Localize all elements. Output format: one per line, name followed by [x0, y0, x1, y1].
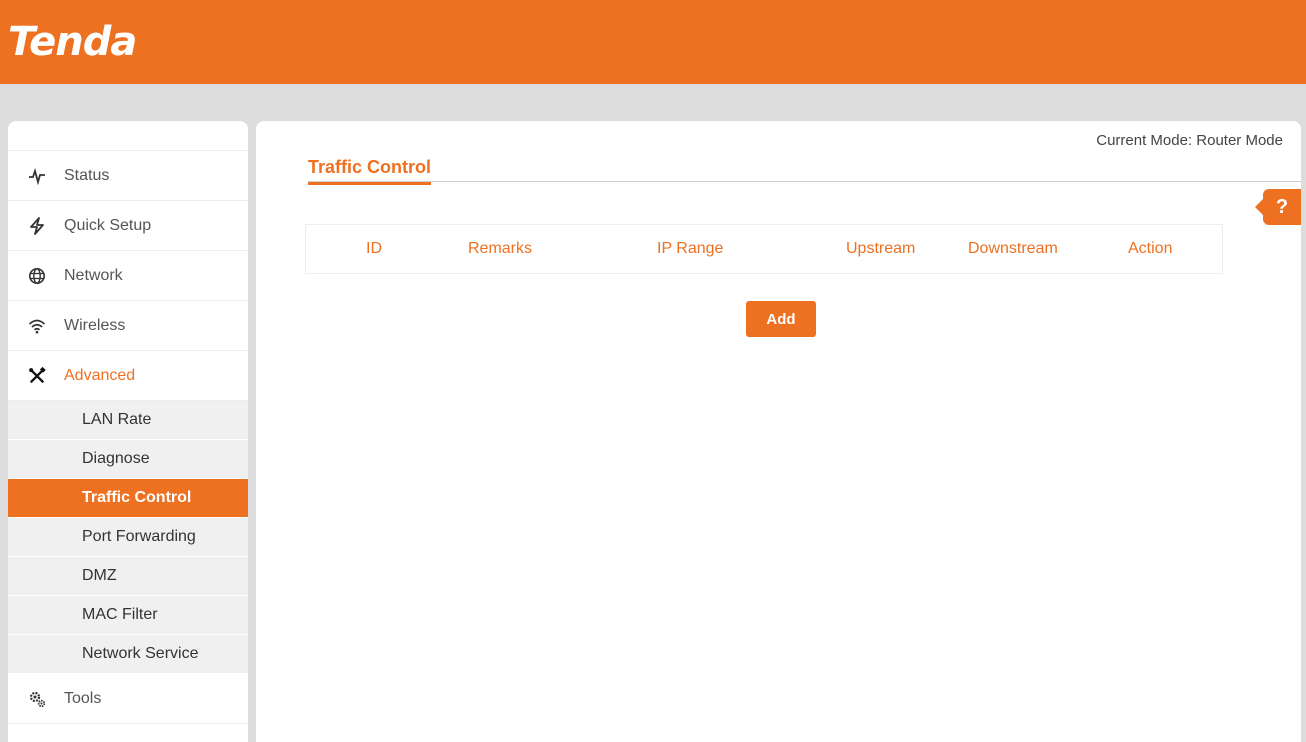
sidebar-item-wireless[interactable]: Wireless: [8, 301, 248, 351]
sidebar-subitem-diagnose[interactable]: Diagnose: [8, 440, 248, 479]
sidebar-item-quick-setup[interactable]: Quick Setup: [8, 201, 248, 251]
help-icon[interactable]: ?: [1255, 189, 1301, 225]
sidebar-item-label: Quick Setup: [64, 216, 152, 234]
title-divider: [308, 181, 1301, 182]
sidebar-subitem-lan-rate[interactable]: LAN Rate: [8, 401, 248, 440]
wifi-icon: [28, 317, 46, 335]
column-header-id: ID: [366, 240, 382, 257]
sidebar-item-label: Tools: [64, 689, 102, 707]
sidebar-item-status[interactable]: Status: [8, 151, 248, 201]
sidebar-item-label: Network: [64, 266, 123, 284]
sidebar-spacer: [8, 121, 248, 151]
main-panel: Current Mode: Router Mode Traffic Contro…: [256, 121, 1301, 742]
tools-icon: [28, 366, 46, 385]
sidebar-item-label: Status: [64, 166, 110, 184]
sidebar-subitem-mac-filter[interactable]: MAC Filter: [8, 596, 248, 635]
column-header-ip-range: IP Range: [657, 240, 724, 257]
column-header-downstream: Downstream: [968, 240, 1058, 257]
column-header-action: Action: [1128, 240, 1173, 257]
sidebar-subitem-traffic-control[interactable]: Traffic Control: [8, 479, 248, 518]
globe-icon: [28, 267, 46, 285]
top-header-bar: Tenda: [0, 0, 1306, 84]
sidebar-subitem-dmz[interactable]: DMZ: [8, 557, 248, 596]
sidebar-subitem-network-service[interactable]: Network Service: [8, 635, 248, 674]
traffic-control-table-header: ID Remarks IP Range Upstream Downstream …: [305, 224, 1223, 274]
sidebar-item-tools[interactable]: Tools: [8, 674, 248, 724]
sidebar-item-advanced[interactable]: Advanced: [8, 351, 248, 401]
sidebar-item-label: Advanced: [64, 366, 136, 384]
sidebar-subitem-port-forwarding[interactable]: Port Forwarding: [8, 518, 248, 557]
gears-icon: [28, 690, 46, 708]
sidebar-item-label: Wireless: [64, 316, 126, 334]
add-button[interactable]: Add: [746, 301, 816, 337]
column-header-upstream: Upstream: [846, 240, 916, 257]
help-tab[interactable]: ?: [1255, 189, 1301, 225]
flash-icon: [28, 216, 46, 235]
sidebar: Status Quick Setup Network Wireless Adva…: [8, 121, 248, 742]
sidebar-item-network[interactable]: Network: [8, 251, 248, 301]
column-header-remarks: Remarks: [468, 240, 533, 257]
tenda-logo: Tenda: [8, 19, 137, 65]
current-mode-label: Current Mode: Router Mode: [1096, 132, 1283, 149]
pulse-icon: [28, 167, 46, 185]
